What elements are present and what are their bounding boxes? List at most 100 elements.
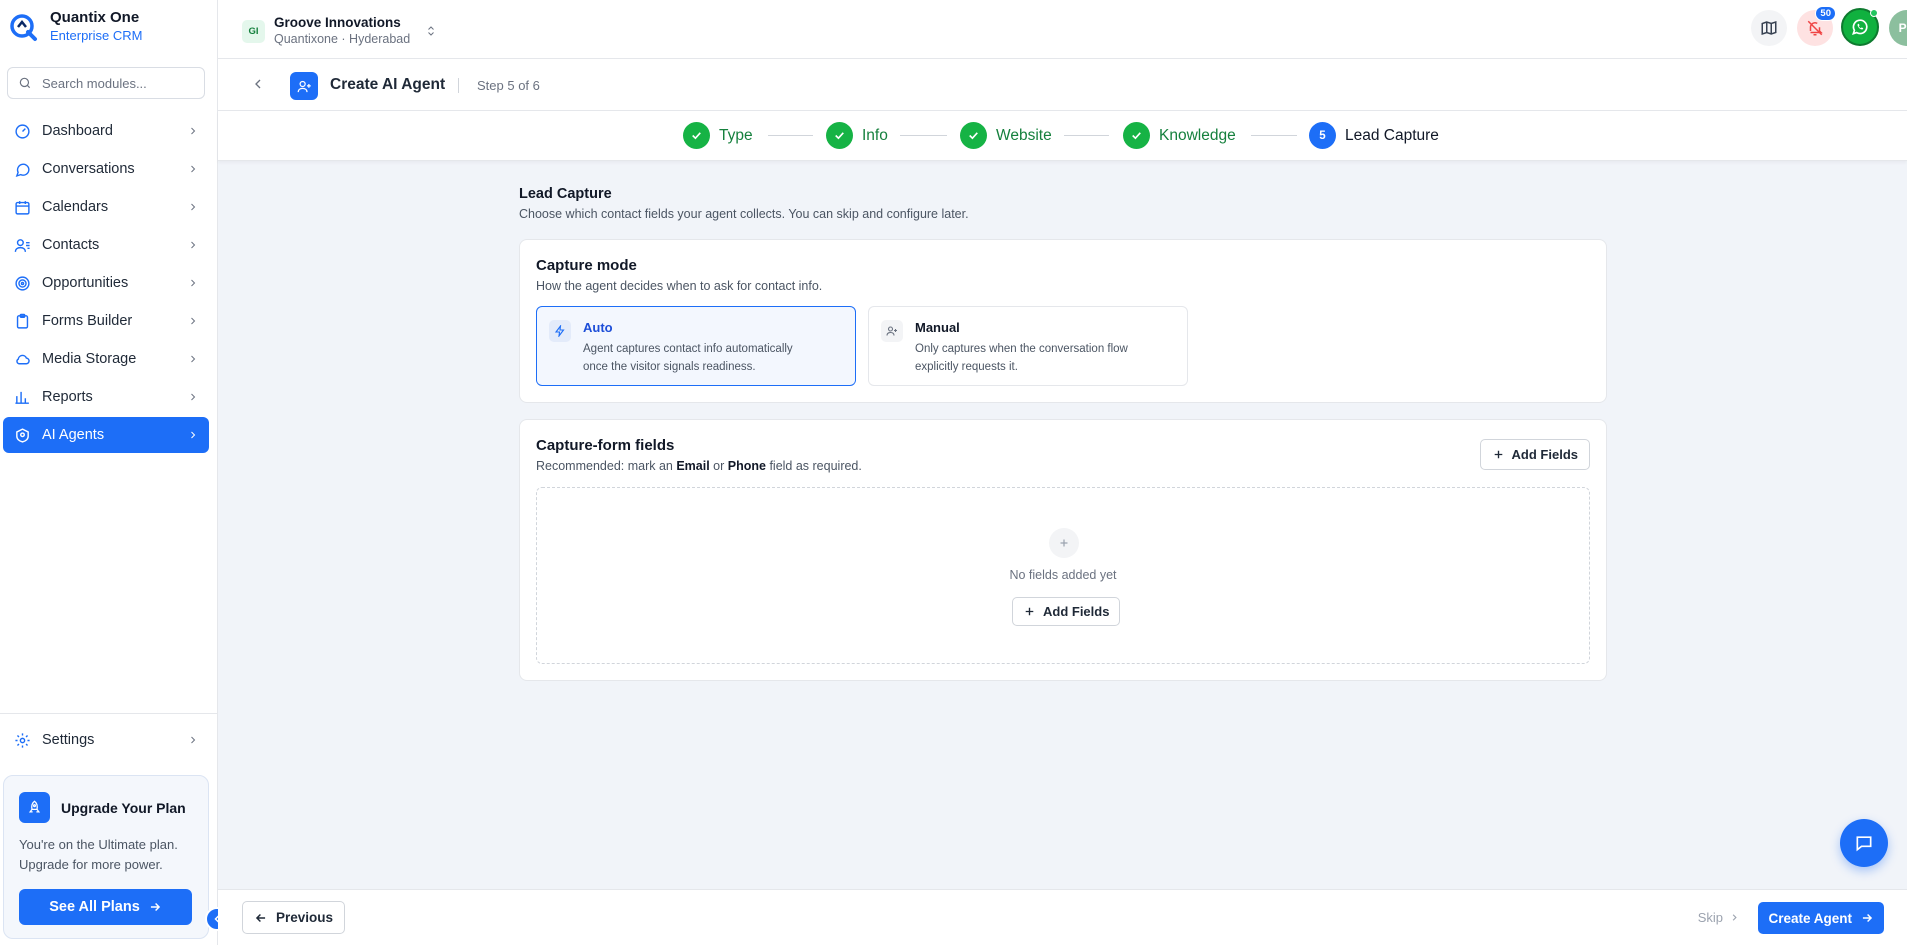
capture-mode-card: Capture mode How the agent decides when …	[519, 239, 1607, 403]
step-knowledge[interactable]: Knowledge	[1123, 122, 1236, 149]
step-website[interactable]: Website	[960, 122, 1052, 149]
option-description-line: Only captures when the conversation flow	[915, 343, 1128, 355]
robot-icon	[16, 427, 29, 443]
sidebar-item-dashboard[interactable]: Dashboard	[3, 113, 209, 149]
sidebar-item-forms-builder[interactable]: Forms Builder	[3, 303, 209, 339]
message-icon	[1856, 836, 1872, 852]
create-agent-label: Create Agent	[1768, 910, 1852, 926]
sidebar-item-ai-agents[interactable]: AI Agents	[3, 417, 209, 453]
create-agent-button[interactable]: Create Agent	[1758, 902, 1884, 934]
upgrade-text-line: Upgrade for more power.	[19, 857, 163, 872]
header-divider	[458, 78, 459, 93]
chevron-right-icon	[1732, 914, 1737, 921]
email-emphasis: Email	[676, 459, 710, 473]
step-number: 5	[1309, 122, 1336, 149]
sidebar-item-reports[interactable]: Reports	[3, 379, 209, 415]
sidebar-item-label: Forms Builder	[42, 313, 133, 329]
gear-icon	[15, 732, 30, 748]
arrow-left-icon	[255, 913, 266, 922]
step-info[interactable]: Info	[826, 122, 888, 149]
empty-add-fields-button[interactable]: Add Fields	[1012, 597, 1121, 626]
contacts-icon	[14, 238, 30, 252]
user-avatar[interactable]: PR	[1889, 10, 1907, 46]
skip-button[interactable]: Skip	[1698, 910, 1740, 925]
capture-mode-subtitle: How the agent decides when to ask for co…	[536, 279, 823, 293]
search-box[interactable]	[7, 67, 205, 99]
workspace-switcher[interactable]: GI Groove Innovations Quantixone · Hyder…	[242, 14, 437, 48]
check-icon	[826, 122, 853, 149]
dashboard-icon	[15, 123, 30, 139]
sidebar-item-media-storage[interactable]: Media Storage	[3, 341, 209, 377]
chevron-up-down-icon	[425, 24, 437, 38]
chevron-right-icon	[187, 734, 199, 746]
online-status-dot	[1870, 9, 1878, 17]
search-input[interactable]	[42, 75, 192, 91]
sidebar-item-label: Reports	[42, 389, 93, 405]
add-fields-button[interactable]: Add Fields	[1479, 439, 1590, 470]
chevron-right-icon	[187, 163, 199, 175]
capture-mode-auto-option[interactable]: Auto Agent captures contact info automat…	[536, 306, 856, 386]
upgrade-card: Upgrade Your Plan You're on the Ultimate…	[3, 775, 209, 939]
wizard-footer: Previous Skip Create Agent	[218, 889, 1907, 945]
chevron-right-icon	[187, 391, 199, 403]
workspace-badge: GI	[242, 19, 265, 43]
brand-subtitle: Enterprise CRM	[50, 28, 143, 43]
map-icon	[1761, 20, 1777, 36]
see-all-plans-label: See All Plans	[49, 899, 140, 915]
chevron-right-icon	[187, 125, 199, 137]
bell-off-icon	[1807, 20, 1823, 36]
sidebar-item-label: Conversations	[42, 161, 135, 177]
sidebar-item-label: AI Agents	[42, 427, 105, 443]
sidebar-item-settings[interactable]: Settings	[3, 722, 209, 758]
sidebar-item-conversations[interactable]: Conversations	[3, 151, 209, 187]
page-header: Create AI Agent Step 5 of 6	[218, 59, 1907, 111]
subtitle-text: field as required.	[765, 459, 862, 473]
sidebar-item-label: Dashboard	[42, 123, 113, 139]
page-title: Create AI Agent	[330, 76, 446, 93]
notifications-button[interactable]: 50	[1797, 6, 1836, 46]
option-description: Only captures when the conversation flow…	[915, 340, 1128, 376]
sidebar-item-label: Media Storage	[42, 351, 137, 367]
chat-support-button[interactable]	[1840, 819, 1888, 867]
step-lead-capture[interactable]: 5 Lead Capture	[1309, 122, 1439, 149]
step-connector	[1251, 135, 1297, 136]
empty-state-text: No fields added yet	[1009, 568, 1117, 582]
wizard-stepper: Type Info Website Knowledge 5 Lead Captu…	[218, 111, 1907, 161]
back-button[interactable]	[250, 76, 266, 92]
workspace-name: Groove Innovations	[274, 15, 401, 30]
previous-button[interactable]: Previous	[242, 901, 346, 934]
sidebar-item-opportunities[interactable]: Opportunities	[3, 265, 209, 301]
whatsapp-button[interactable]	[1841, 8, 1879, 46]
chevron-right-icon	[187, 353, 199, 365]
step-label: Info	[862, 126, 888, 144]
bar-chart-icon	[15, 391, 29, 404]
step-connector	[1064, 135, 1109, 136]
upgrade-title: Upgrade Your Plan	[61, 799, 186, 816]
sidebar-item-label: Calendars	[42, 199, 109, 215]
sidebar-item-contacts[interactable]: Contacts	[3, 227, 209, 263]
capture-mode-manual-option[interactable]: Manual Only captures when the conversati…	[868, 306, 1188, 386]
map-button[interactable]	[1751, 10, 1787, 46]
sidebar: Quantix One Enterprise CRM Dashboard Con…	[0, 0, 218, 945]
subtitle-text: or	[709, 459, 728, 473]
sidebar-item-label: Opportunities	[42, 275, 129, 291]
calendar-icon	[15, 200, 30, 215]
check-icon	[683, 122, 710, 149]
option-title: Auto	[583, 320, 613, 335]
see-all-plans-button[interactable]: See All Plans	[19, 889, 192, 925]
previous-label: Previous	[276, 910, 334, 925]
check-icon	[960, 122, 987, 149]
cloud-icon	[16, 354, 30, 364]
capture-fields-subtitle: Recommended: mark an Email or Phone fiel…	[536, 459, 862, 473]
add-user-icon	[290, 72, 318, 100]
step-connector	[768, 135, 813, 136]
brand-logo-icon	[8, 8, 40, 46]
section-title: Lead Capture	[519, 186, 612, 202]
sidebar-item-label: Settings	[42, 732, 95, 748]
sidebar-item-calendars[interactable]: Calendars	[3, 189, 209, 225]
sidebar-nav: Dashboard Conversations Calendars Contac…	[3, 113, 209, 455]
chevron-right-icon	[187, 277, 199, 289]
step-type[interactable]: Type	[683, 122, 753, 149]
brand[interactable]: Quantix One Enterprise CRM	[8, 8, 142, 46]
chat-icon	[15, 163, 30, 177]
